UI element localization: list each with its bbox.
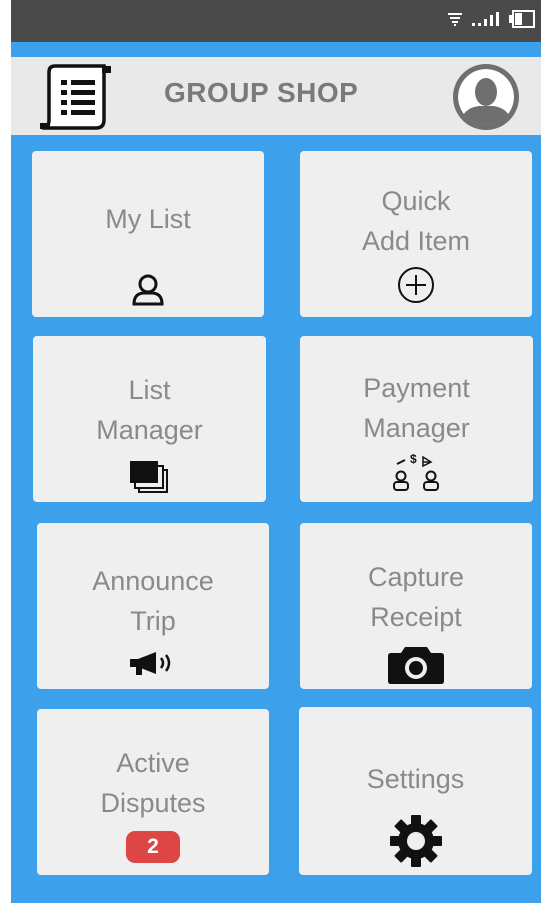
app-header: GROUP SHOP	[11, 57, 541, 135]
megaphone-icon	[37, 649, 269, 677]
phone-screen: GROUP SHOP My List Quick Add Item List M…	[11, 0, 541, 903]
person-icon	[32, 273, 264, 307]
payment-manager-tile[interactable]: Payment Manager $	[300, 336, 533, 502]
camera-icon	[300, 641, 532, 685]
tile-label-line1: Capture	[367, 562, 465, 592]
capture-receipt-tile[interactable]: Capture Receipt	[300, 523, 532, 689]
wifi-icon	[447, 11, 463, 32]
status-bar	[11, 0, 541, 42]
list-manager-tile[interactable]: List Manager	[33, 336, 266, 502]
list-document-icon[interactable]	[38, 60, 118, 137]
settings-tile[interactable]: Settings	[299, 707, 532, 875]
stacked-pages-icon	[33, 460, 266, 496]
user-avatar-icon[interactable]	[451, 62, 521, 137]
gear-icon	[299, 813, 532, 869]
tile-label: Settings	[366, 764, 465, 794]
tile-label-line1: Active	[116, 748, 190, 778]
tile-label-line2: Manager	[363, 413, 470, 443]
app-title: GROUP SHOP	[164, 77, 359, 108]
tile-label: My List	[105, 204, 191, 234]
svg-text:$: $	[410, 452, 417, 466]
tile-label-line1: List	[128, 375, 171, 405]
tile-label-line1: Quick	[381, 186, 451, 216]
tile-label-line1: Announce	[92, 566, 214, 596]
quick-add-item-tile[interactable]: Quick Add Item	[300, 151, 532, 317]
active-disputes-tile[interactable]: Active Disputes 2	[37, 709, 269, 875]
tile-label-line2: Add Item	[361, 226, 471, 256]
announce-trip-tile[interactable]: Announce Trip	[37, 523, 269, 689]
tile-label-line2: Manager	[96, 415, 203, 445]
my-list-tile[interactable]: My List	[32, 151, 264, 317]
battery-icon	[509, 9, 535, 33]
disputes-count-badge-wrap: 2	[37, 831, 269, 863]
tile-label-line2: Trip	[130, 606, 176, 636]
tile-label-line1: Payment	[363, 373, 470, 403]
tile-label-line2: Disputes	[100, 788, 206, 818]
tile-label-line2: Receipt	[370, 602, 462, 632]
payment-exchange-icon: $	[300, 452, 533, 494]
disputes-count-badge: 2	[126, 831, 180, 863]
signal-icon	[471, 11, 501, 32]
plus-circle-icon	[300, 265, 532, 305]
